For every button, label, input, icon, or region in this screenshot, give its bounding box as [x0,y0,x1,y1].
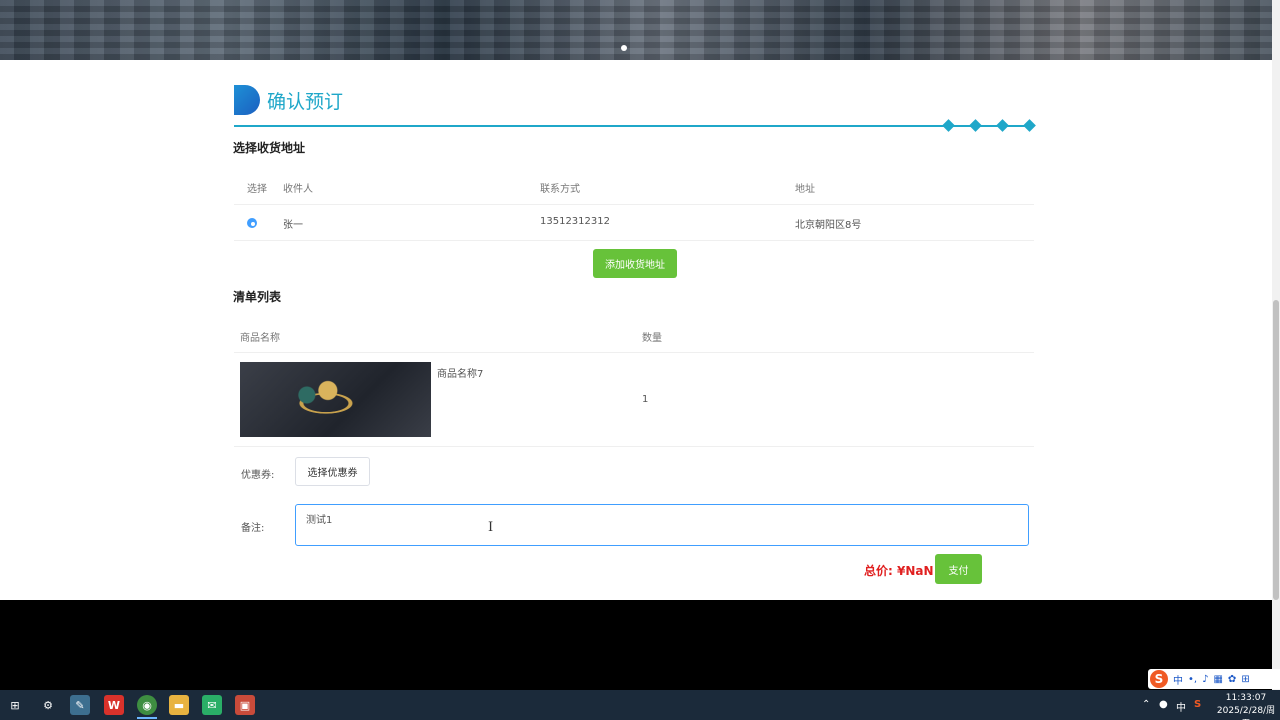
carousel-indicator[interactable] [621,45,627,51]
col-product-name: 商品名称 [240,333,280,344]
settings-gear-icon[interactable]: ⚙ [38,695,58,715]
page-scrollbar[interactable] [1272,0,1280,690]
col-phone: 联系方式 [540,184,580,195]
row-divider [234,240,1034,241]
product-name: 商品名称7 [437,369,484,380]
section-header: 确认预订 [234,85,1036,132]
wechat-app-icon[interactable]: ✉ [202,695,222,715]
scrollbar-thumb[interactable] [1273,300,1279,600]
taskbar-clock[interactable]: 11:33:07 2025/2/28/周五 [1216,692,1276,720]
select-coupon-button[interactable]: 选择优惠券 [295,457,370,486]
remark-textarea[interactable]: 测试1 [295,504,1029,546]
windows-start-icon[interactable]: ⊞ [5,695,25,715]
grid-menu-icon[interactable]: ⊞ [1241,674,1249,685]
section-title: 确认预订 [267,91,344,113]
recipient-phone: 13512312312 [540,216,610,227]
row-divider [234,204,1034,205]
ime-language[interactable]: 中 [1173,672,1183,687]
order-list-title: 清单列表 [233,290,282,304]
col-select: 选择 [247,184,267,195]
ime-toolbar[interactable]: S 中 •, ♪ ▦ ✿ ⊞ [1148,669,1280,689]
coupon-label: 优惠券: [241,470,275,481]
diamond-icon [969,119,982,132]
diamond-icon [942,119,955,132]
keyboard-icon[interactable]: ▦ [1213,674,1222,685]
col-address: 地址 [795,184,815,195]
active-app-indicator [137,717,157,719]
pay-button[interactable]: 支付 [935,554,982,584]
recipient-address: 北京朝阳区8号 [795,220,862,231]
product-image [240,362,431,437]
remark-label: 备注: [241,523,265,534]
col-recipient: 收件人 [283,184,313,195]
wechat-tray-icon[interactable]: ● [1159,699,1168,710]
sogou-ime-icon[interactable]: S [1150,670,1168,688]
diamond-icon [996,119,1009,132]
notepad-app-icon[interactable]: ✎ [70,695,90,715]
diamond-icon [1023,119,1036,132]
clock-time: 11:33:07 [1225,693,1267,703]
microphone-icon[interactable]: ♪ [1202,674,1208,685]
chrome-app-icon[interactable]: ◉ [137,695,157,715]
clock-date: 2025/2/28/周五 [1216,706,1276,720]
product-quantity: 1 [642,394,649,405]
col-quantity: 数量 [642,333,662,344]
text-cursor-icon: I [488,520,494,535]
row-divider [234,352,1034,353]
taskbar: ⊞ ⚙ ✎ W ◉ ▬ ✉ ▣ ⌃ ● 中 S 11:33:07 2025/2/… [0,690,1280,720]
banner-image [0,0,1272,60]
presentation-app-icon[interactable]: ▣ [235,695,255,715]
tray-chevron-icon[interactable]: ⌃ [1142,699,1150,710]
row-divider [234,446,1034,447]
add-address-button[interactable]: 添加收货地址 [593,249,677,278]
tray-ime-language[interactable]: 中 [1176,699,1186,714]
recipient-name: 张一 [283,220,303,231]
order-confirm-page: 确认预订 选择收货地址 选择 收件人 联系方式 地址 张一 1351231231… [0,60,1272,600]
file-explorer-icon[interactable]: ▬ [169,695,189,715]
skin-icon[interactable]: ✿ [1228,674,1236,685]
address-section-title: 选择收货地址 [233,141,306,155]
wps-app-icon[interactable]: W [104,695,124,715]
section-logo-icon [234,85,260,115]
sogou-tray-icon[interactable]: S [1194,699,1201,710]
total-price: 总价: ¥NaN [864,564,934,578]
section-divider [234,125,1029,127]
punctuation-icon[interactable]: •, [1188,674,1197,685]
address-radio[interactable] [247,218,257,228]
